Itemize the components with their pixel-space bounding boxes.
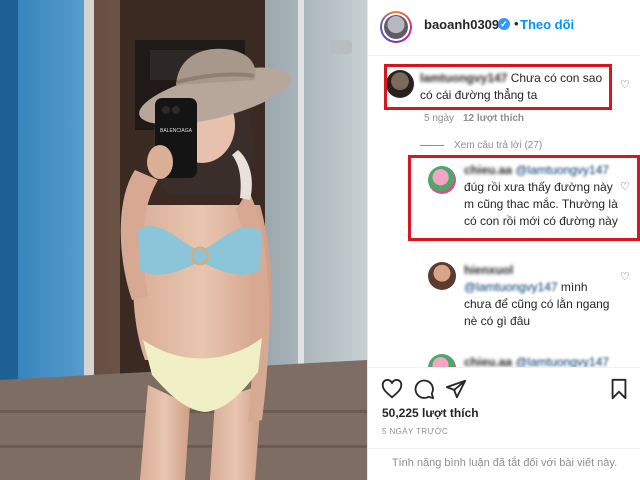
post-timestamp[interactable]: 5 NGÀY TRƯỚC xyxy=(382,427,448,436)
comment-likes[interactable]: 12 lượt thích xyxy=(463,113,524,124)
highlight-box xyxy=(384,64,612,110)
comment-like-icon[interactable]: ♡ xyxy=(620,78,630,91)
comments-disabled-notice: Tính năng bình luận đã tắt đối với bài v… xyxy=(368,448,640,478)
header-separator: • xyxy=(514,16,519,31)
post-photo: BALENCIAGA xyxy=(0,0,367,480)
post-side-panel: baoanh0309 ✓ • Theo dõi lamtuongvy147 Ch… xyxy=(367,0,640,480)
replier-avatar[interactable] xyxy=(428,354,456,368)
bookmark-icon[interactable] xyxy=(608,378,630,400)
replies-divider xyxy=(420,144,444,146)
view-replies-link[interactable]: Xem câu trả lời (27) xyxy=(420,140,542,151)
phone-case-text: BALENCIAGA xyxy=(160,128,193,134)
reply-like-icon[interactable]: ♡ xyxy=(620,270,630,283)
verified-badge-icon: ✓ xyxy=(498,18,510,30)
reply-item: chieu.aa @lamtuongvy147 xyxy=(368,352,640,368)
replier-avatar[interactable] xyxy=(428,262,456,290)
reply-username[interactable]: hienxuol xyxy=(464,263,513,277)
comment-time[interactable]: 5 ngày xyxy=(424,113,454,124)
heart-icon[interactable] xyxy=(381,378,403,400)
paper-plane-icon[interactable] xyxy=(445,378,467,400)
comment-icon[interactable] xyxy=(413,378,435,400)
post-actions: 50,225 lượt thích 5 NGÀY TRƯỚC Tính năng… xyxy=(368,367,640,477)
likes-count[interactable]: 50,225 lượt thích xyxy=(382,406,479,420)
profile-username[interactable]: baoanh0309 xyxy=(424,17,499,32)
highlight-box xyxy=(408,155,640,241)
follow-button[interactable]: Theo dõi xyxy=(520,17,574,32)
profile-avatar[interactable] xyxy=(380,11,412,43)
reply-mention[interactable]: @lamtuongvy147 xyxy=(464,280,558,294)
post-header: baoanh0309 ✓ • Theo dõi xyxy=(368,0,640,56)
reply-item: hienxuol @lamtuongvy147 mình chưa để cũn… xyxy=(368,262,640,342)
